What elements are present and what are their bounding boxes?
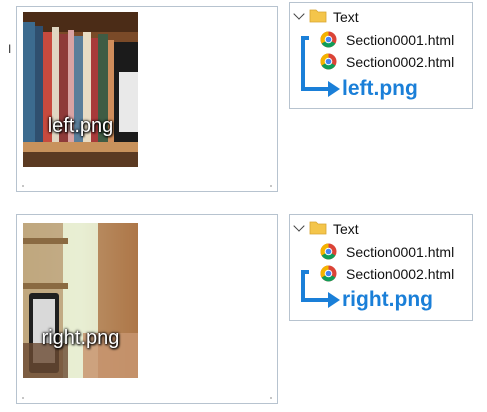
- frame-corner: [270, 185, 272, 187]
- chrome-icon: [320, 243, 337, 260]
- frame-corner: [22, 185, 24, 187]
- file-tree-panel-left: Text Section0001.html Section0002.html l…: [289, 2, 473, 109]
- tree-folder-text[interactable]: Text: [333, 219, 359, 239]
- file-label: Section0001.html: [346, 32, 455, 48]
- tree-file-row[interactable]: Section0001.html: [346, 30, 454, 50]
- file-label: Section0001.html: [346, 244, 455, 260]
- folder-label: Text: [333, 221, 359, 237]
- tree-folder-text[interactable]: Text: [333, 7, 359, 27]
- folder-label: Text: [333, 9, 359, 25]
- arrow-right-icon: [301, 270, 340, 308]
- folder-icon: [309, 9, 327, 23]
- chevron-down-icon[interactable]: [293, 220, 305, 232]
- arrow-right-icon: [301, 36, 340, 97]
- tree-file-row[interactable]: Section0002.html: [346, 264, 454, 284]
- image-caption-left: left.png: [47, 115, 114, 137]
- truncated-side-text: I: [8, 42, 12, 56]
- target-filename-left: left.png: [342, 77, 418, 100]
- ereader-image: [23, 223, 138, 378]
- bookshelf-image: [23, 12, 138, 167]
- file-tree-panel-right: Text Section0001.html Section0002.html r…: [289, 214, 473, 321]
- chevron-down-icon[interactable]: [293, 8, 305, 20]
- file-label: Section0002.html: [346, 54, 455, 70]
- bookshelf-photo-left: left.png: [23, 12, 138, 167]
- image-caption-right: right.png: [41, 327, 120, 349]
- file-label: Section0002.html: [346, 266, 455, 282]
- reader-photo-right: right.png: [23, 223, 138, 378]
- folder-icon: [309, 221, 327, 235]
- tree-file-row[interactable]: Section0001.html: [346, 242, 454, 262]
- tree-file-row[interactable]: Section0002.html: [346, 52, 454, 72]
- target-filename-right: right.png: [342, 288, 433, 311]
- frame-corner: [270, 397, 272, 399]
- frame-corner: [22, 397, 24, 399]
